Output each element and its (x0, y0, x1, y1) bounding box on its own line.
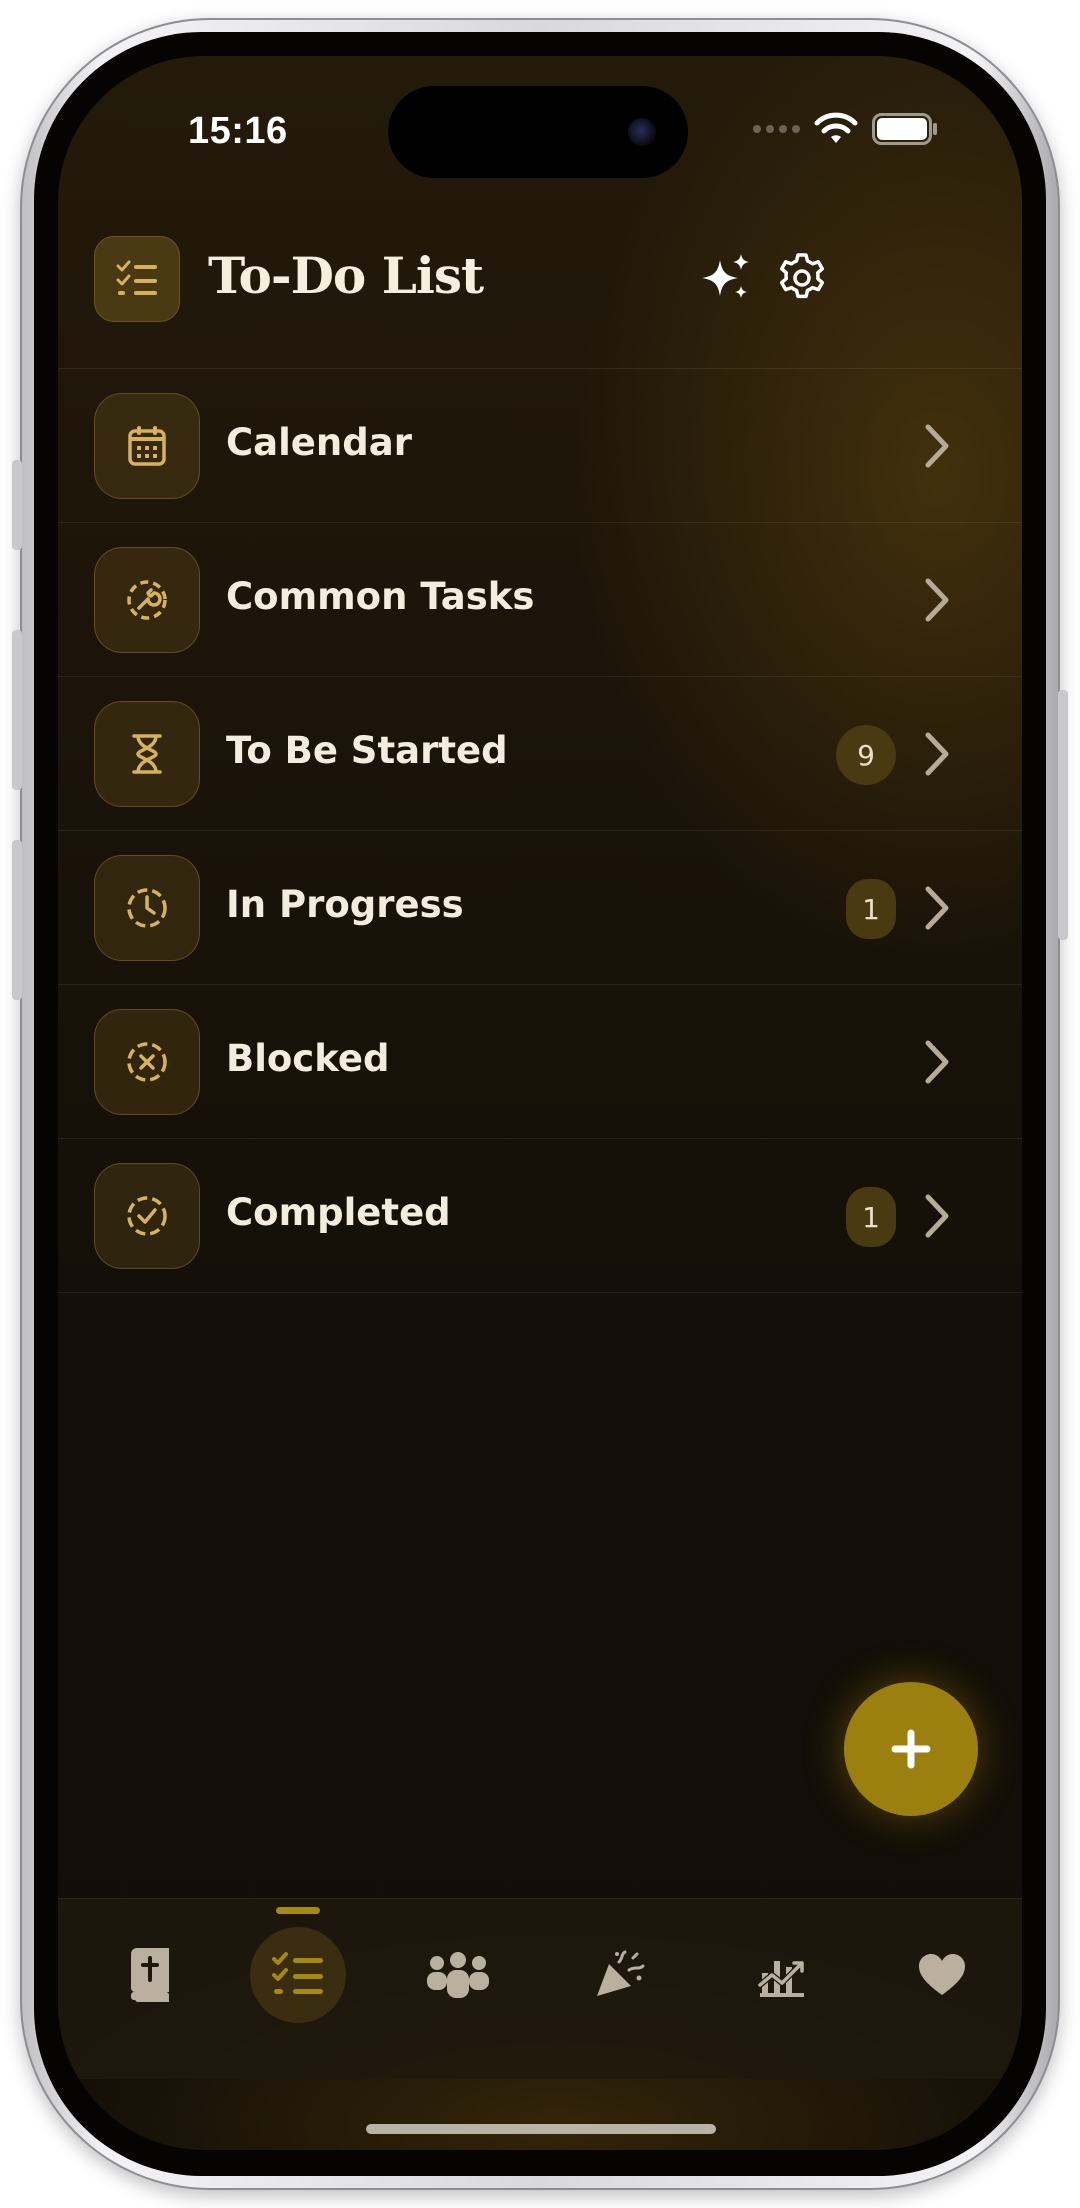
people-icon (427, 1952, 489, 1998)
power-button (1058, 690, 1068, 940)
gear-icon[interactable] (774, 250, 830, 306)
list-item-blocked[interactable]: Blocked (58, 985, 1022, 1139)
check-circle-icon (94, 1163, 200, 1269)
tab-favorites[interactable] (894, 1927, 990, 2023)
list-item-in-progress[interactable]: In Progress 1 (58, 831, 1022, 985)
checklist-icon[interactable] (94, 236, 180, 322)
checklist-icon (272, 1952, 323, 1994)
plus-icon (891, 1729, 931, 1769)
home-indicator[interactable] (366, 2124, 716, 2134)
category-list: Calendar Common Tasks To Be Started 9 In… (58, 368, 1022, 1293)
x-circle-icon (94, 1009, 200, 1115)
list-item-calendar[interactable]: Calendar (58, 368, 1022, 523)
screen: 15:16 To-Do List Calendar Common Tasks T… (58, 56, 1022, 2150)
front-camera (628, 118, 656, 146)
tab-todo[interactable] (250, 1927, 346, 2023)
chart-icon (758, 1960, 805, 1997)
chevron-right-icon (925, 886, 949, 930)
list-item-common-tasks[interactable]: Common Tasks (58, 523, 1022, 677)
tab-bible[interactable] (102, 1927, 198, 2023)
list-item-label: In Progress (226, 883, 464, 926)
action-button (12, 460, 22, 550)
party-popper-icon (597, 1950, 645, 1996)
count-badge: 1 (846, 1187, 896, 1247)
chevron-right-icon (925, 424, 949, 468)
dynamic-island (388, 86, 688, 178)
book-icon (131, 1948, 169, 2002)
list-item-label: Blocked (226, 1037, 390, 1080)
wifi-icon (814, 112, 858, 143)
list-item-label: Completed (226, 1191, 451, 1234)
add-task-button[interactable] (844, 1682, 978, 1816)
active-tab-indicator (276, 1907, 320, 1914)
list-item-label: Calendar (226, 421, 412, 464)
clock-icon (94, 855, 200, 961)
chevron-right-icon (925, 1040, 949, 1084)
battery-icon (872, 113, 937, 145)
tab-community[interactable] (410, 1927, 506, 2023)
status-indicators (753, 112, 938, 146)
wrench-icon (94, 547, 200, 653)
count-badge: 9 (836, 725, 896, 785)
tab-stats[interactable] (734, 1927, 830, 2023)
cellular-signal-icon (753, 125, 800, 133)
list-item-to-be-started[interactable]: To Be Started 9 (58, 677, 1022, 831)
tab-bar (58, 1898, 1022, 2079)
app-header: To-Do List (58, 236, 1022, 356)
page-title: To-Do List (208, 246, 484, 305)
status-time: 15:16 (188, 110, 288, 152)
list-item-label: Common Tasks (226, 575, 535, 618)
list-item-completed[interactable]: Completed 1 (58, 1139, 1022, 1293)
calendar-icon (94, 393, 200, 499)
chevron-right-icon (925, 732, 949, 776)
tab-celebrate[interactable] (572, 1927, 668, 2023)
count-badge: 1 (846, 879, 896, 939)
chevron-right-icon (925, 1194, 949, 1238)
heart-icon (919, 1954, 965, 1995)
volume-up-button (12, 630, 22, 790)
sparkles-icon[interactable] (698, 250, 754, 306)
hourglass-icon (94, 701, 200, 807)
chevron-right-icon (925, 578, 949, 622)
volume-down-button (12, 840, 22, 1000)
list-item-label: To Be Started (226, 729, 508, 772)
